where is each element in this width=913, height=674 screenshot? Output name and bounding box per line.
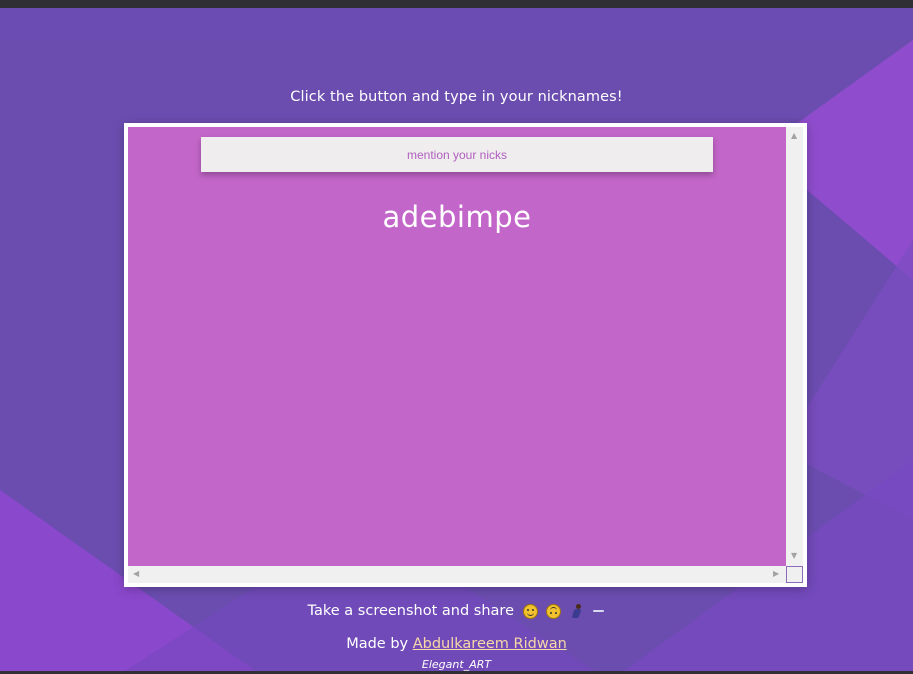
author-link[interactable]: Abdulkareem Ridwan <box>413 636 567 652</box>
dash-icon <box>593 608 605 614</box>
nickname-display: adebimpe <box>382 200 532 234</box>
window-top-bar <box>0 0 913 8</box>
signature-text: Elegant_ART <box>421 658 492 671</box>
instruction-text: Click the button and type in your nickna… <box>290 89 623 105</box>
share-prompt: Take a screenshot and share <box>0 603 913 619</box>
credits-line: Made by Abdulkareem Ridwan <box>0 636 913 652</box>
share-text-label: Take a screenshot and share <box>307 603 514 619</box>
scroll-down-icon[interactable]: ▼ <box>791 552 797 560</box>
scrollbar-corner <box>786 566 803 583</box>
upside-down-face-icon <box>546 603 562 619</box>
made-by-label: Made by <box>346 636 409 652</box>
nickname-frame: mention your nicks adebimpe ▲ ▼ ◀ ▶ <box>124 123 807 587</box>
running-person-icon <box>570 603 585 619</box>
mention-nicks-button[interactable]: mention your nicks <box>201 137 713 172</box>
scroll-up-icon[interactable]: ▲ <box>791 132 797 140</box>
scroll-right-icon[interactable]: ▶ <box>773 570 779 578</box>
smirk-face-icon <box>522 603 538 619</box>
horizontal-scrollbar[interactable]: ◀ ▶ <box>128 566 786 583</box>
nickname-canvas: mention your nicks adebimpe <box>128 127 786 566</box>
vertical-scrollbar[interactable]: ▲ ▼ <box>786 127 803 566</box>
scroll-left-icon[interactable]: ◀ <box>133 570 139 578</box>
